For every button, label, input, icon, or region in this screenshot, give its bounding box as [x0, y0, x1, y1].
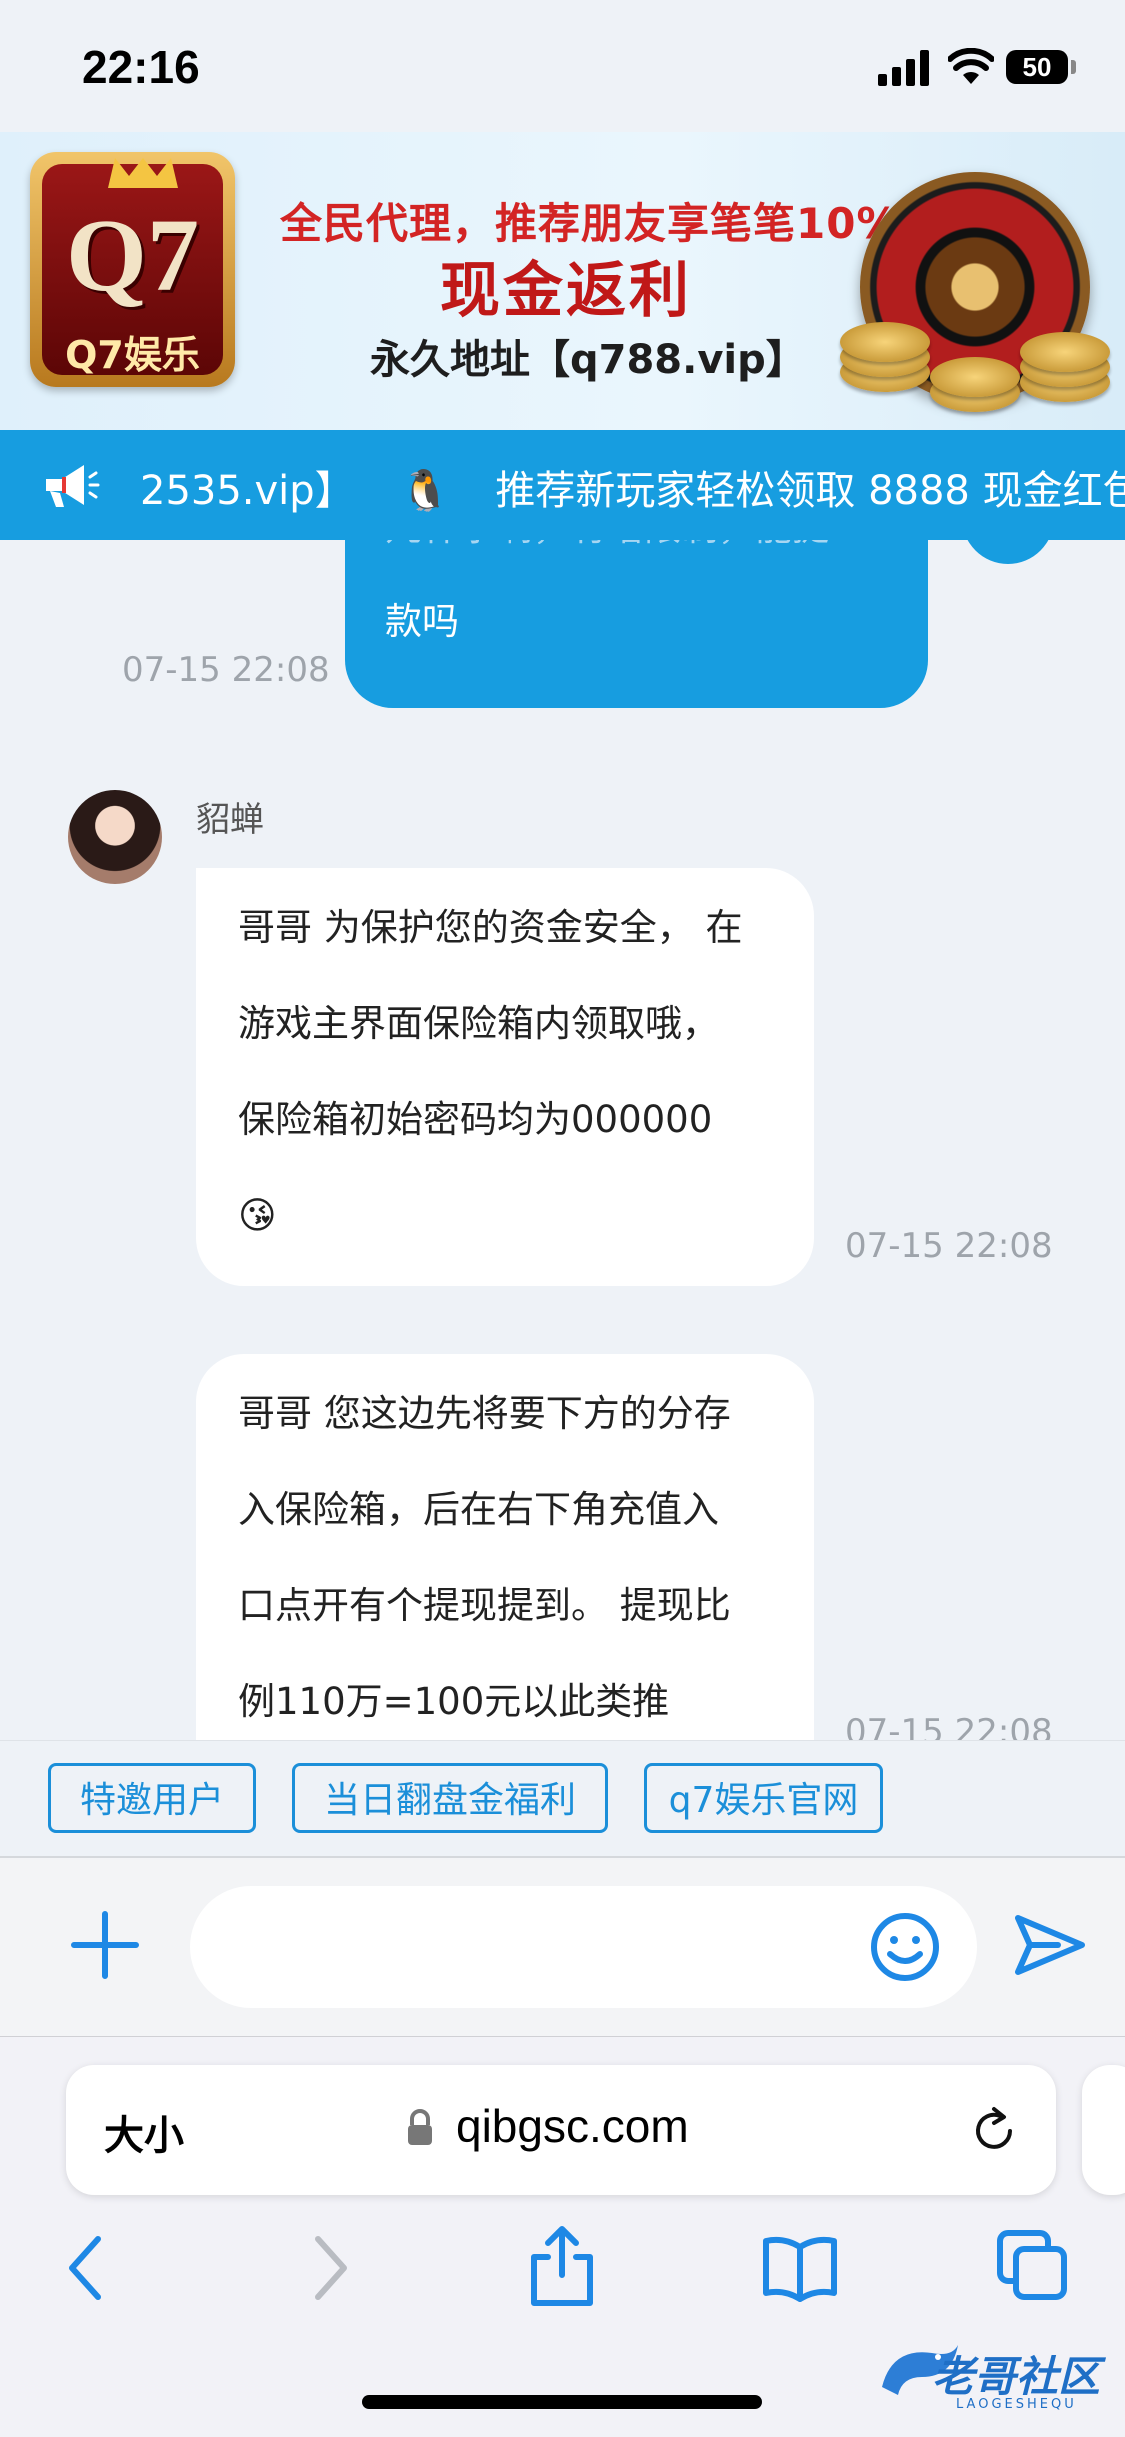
chat-message-list[interactable]: 几杯水啊，有啥限制，能提 款吗 07-15 22:08 貂蝉 哥哥 为保护您的资… [0, 540, 1125, 1740]
incoming-message-line: 哥哥 您这边先将要下方的分存 [238, 1392, 731, 1435]
incoming-message-line: 保险箱初始密码均为000000 [238, 1098, 713, 1141]
promo-line-2: 现金返利 [440, 256, 692, 326]
logo-name: Q7娱乐 [65, 333, 200, 377]
incoming-message-line: 例110万=100元以此类推 [238, 1680, 670, 1723]
emoji-icon[interactable] [868, 1910, 942, 1984]
quick-reply-daily-bonus[interactable]: 当日翻盘金福利 [292, 1763, 608, 1833]
agent-avatar[interactable] [68, 790, 162, 884]
outgoing-message-line-2: 款吗 [385, 600, 459, 643]
battery-icon: 50 [1006, 50, 1068, 84]
marquee-text-part-2: 推荐新玩家轻松领取 8888 现金红包 [495, 468, 1125, 514]
back-icon[interactable] [62, 2233, 112, 2303]
browser-toolbar: 大小 qibgsc.com 老哥社区 LAOGESHEQU [0, 2036, 1125, 2437]
quick-reply-vip-user[interactable]: 特邀用户 [48, 1763, 256, 1833]
home-indicator[interactable] [362, 2395, 762, 2409]
incoming-message: 哥哥 为保护您的资金安全， 在 游戏主界面保险箱内领取哦， 保险箱初始密码均为0… [196, 868, 814, 1286]
send-icon[interactable] [1012, 1910, 1088, 1980]
quick-reply-bar: 特邀用户 当日翻盘金福利 q7娱乐官网 [0, 1740, 1125, 1857]
lock-icon [408, 2109, 432, 2145]
promo-banner[interactable]: Q7 Q7娱乐 全民代理，推荐朋友享笔笔10% 现金返利 永久地址【q788.v… [0, 132, 1125, 430]
text-size-button[interactable]: 大小 [104, 2103, 184, 2161]
cellular-signal-icon [878, 50, 929, 86]
message-timestamp: 07-15 22:08 [122, 650, 330, 690]
crown-icon [108, 158, 178, 188]
user-avatar [962, 540, 1054, 564]
outgoing-message-line-1: 几杯水啊，有啥限制，能提 [385, 540, 829, 576]
megaphone-icon [46, 465, 100, 507]
incoming-message: 哥哥 您这边先将要下方的分存 入保险箱，后在右下角充值入 口点开有个提现提到。 … [196, 1354, 814, 1740]
battery-level: 50 [1022, 52, 1052, 82]
tabs-icon[interactable] [996, 2229, 1070, 2303]
incoming-message-line: 口点开有个提现提到。 提现比 [238, 1584, 731, 1627]
share-icon[interactable] [526, 2223, 598, 2309]
message-timestamp: 07-15 22:08 [845, 1712, 1053, 1740]
status-time: 22:16 [82, 41, 200, 93]
incoming-message-line: 入保险箱，后在右下角充值入 [238, 1488, 719, 1531]
url-text[interactable]: qibgsc.com [456, 2099, 689, 2153]
message-composer [0, 1856, 1125, 2038]
forward-icon[interactable] [304, 2233, 354, 2303]
agent-name: 貂蝉 [196, 800, 264, 840]
logo-text: Q7 [66, 198, 199, 313]
outgoing-message: 几杯水啊，有啥限制，能提 款吗 [345, 540, 928, 708]
marquee-text-part-1: 2535.vip】 [140, 468, 355, 514]
coins-icon [820, 292, 1125, 430]
status-bar: 22:16 50 [0, 0, 1125, 132]
incoming-message-line: 哥哥 为保护您的资金安全， 在 [238, 906, 743, 949]
wifi-icon [948, 48, 994, 84]
battery-tip [1071, 60, 1076, 74]
quick-reply-official-site[interactable]: q7娱乐官网 [644, 1763, 883, 1833]
reload-icon[interactable] [966, 2103, 1022, 2159]
message-timestamp: 07-15 22:08 [845, 1226, 1053, 1266]
watermark-subtext: LAOGESHEQU [956, 2397, 1077, 2412]
bookmarks-icon[interactable] [760, 2233, 840, 2303]
q7-logo: Q7 Q7娱乐 [30, 152, 235, 387]
announcement-marquee[interactable]: 2535.vip】 🐧 推荐新玩家轻松领取 8888 现金红包 [0, 430, 1125, 540]
kissing-face-emoji-icon: 😘 [238, 1194, 277, 1237]
address-bar[interactable]: 大小 qibgsc.com [66, 2065, 1056, 2195]
next-tab-peek[interactable] [1082, 2065, 1125, 2195]
watermark-text: 老哥社区 [932, 2352, 1101, 2401]
penguin-icon: 🐧 [400, 468, 450, 514]
watermark-logo: 老哥社区 LAOGESHEQU [872, 2331, 1112, 2421]
incoming-message-line: 游戏主界面保险箱内领取哦， [238, 1002, 719, 1045]
plus-icon[interactable] [68, 1908, 142, 1982]
promo-line-3: 永久地址【q788.vip】 [370, 337, 806, 383]
message-input[interactable] [190, 1886, 977, 2008]
